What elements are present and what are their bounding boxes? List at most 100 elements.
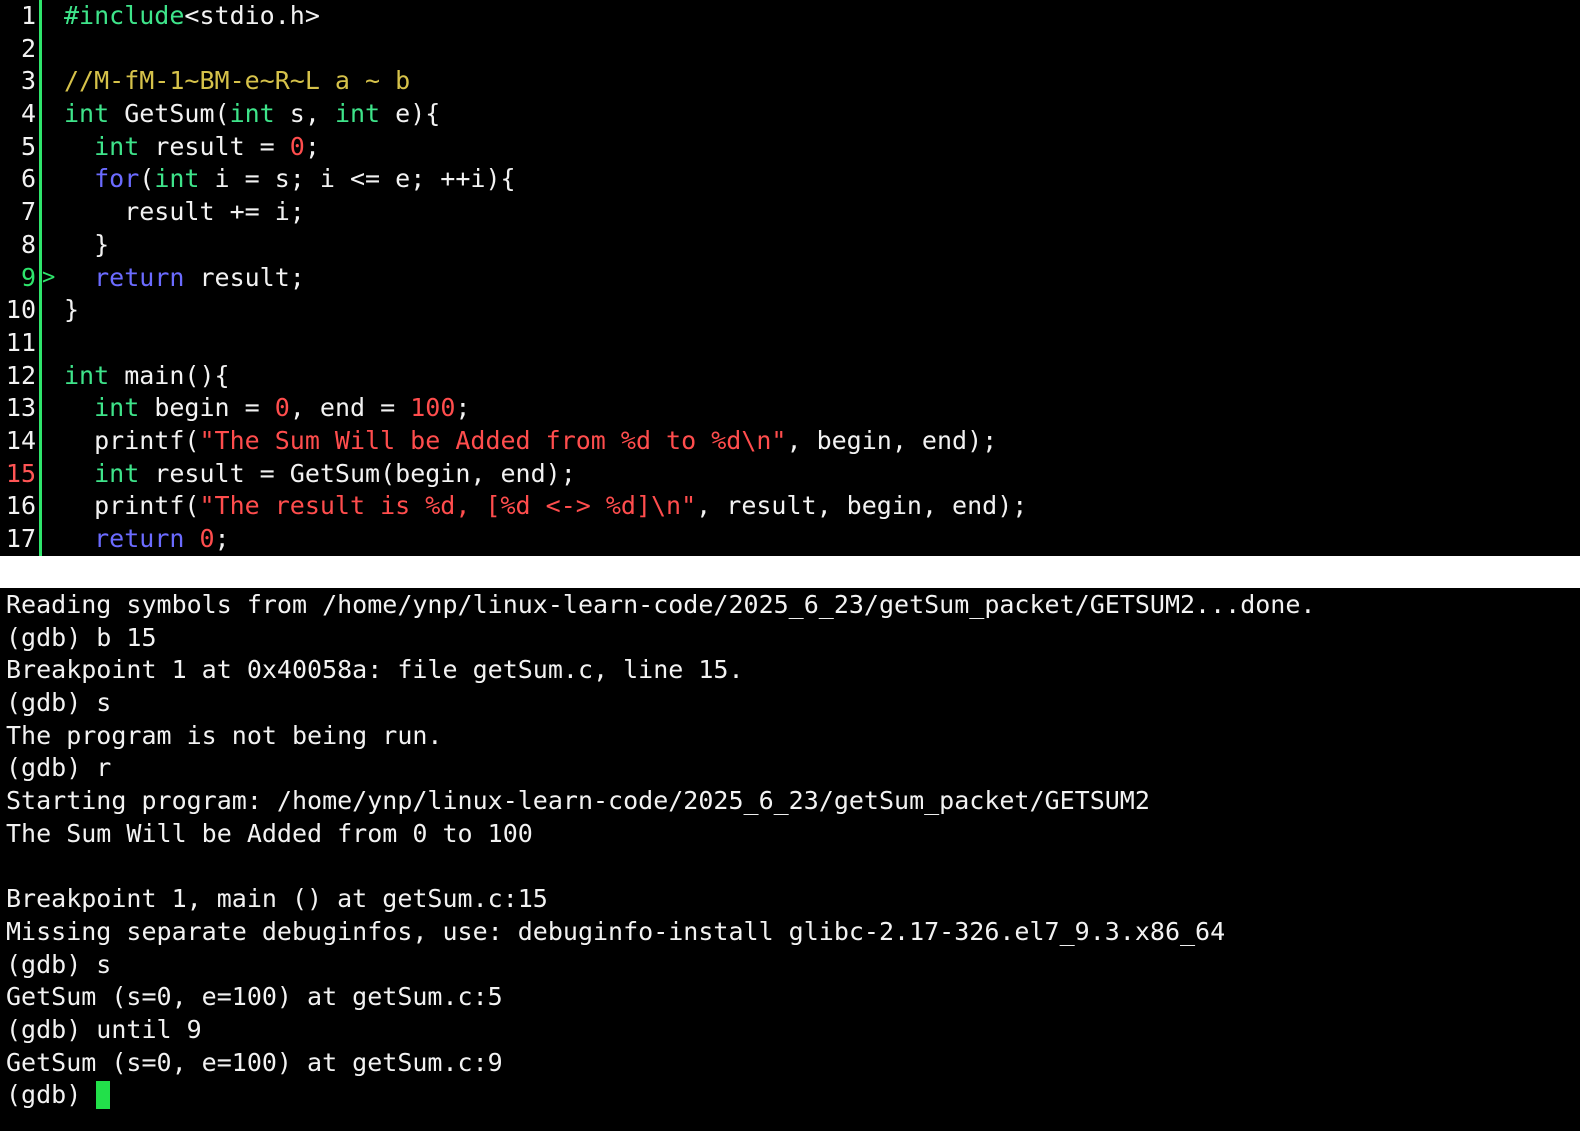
code-token: result = GetSum(begin, end); xyxy=(139,458,576,488)
code-token: , end = xyxy=(289,393,411,423)
console-line: GetSum (s=0, e=100) at getSum.c:9 xyxy=(6,1047,503,1077)
gdb-command-console[interactable]: Reading symbols from /home/ynp/linux-lea… xyxy=(6,589,1574,1112)
source-line: 1 #include<stdio.h> xyxy=(0,0,1580,33)
code-token: ; xyxy=(455,393,471,423)
line-marker xyxy=(42,523,64,556)
source-line: 10} xyxy=(0,294,1580,327)
line-number: 4 xyxy=(20,99,36,129)
code-text: return 0; xyxy=(64,523,230,556)
source-line: 14 printf("The Sum Will be Added from %d… xyxy=(0,424,1580,458)
code-token: ( xyxy=(139,164,155,194)
source-line: 7 result += i; xyxy=(0,196,1580,229)
line-number: 8 xyxy=(20,229,36,259)
source-line: 15 int result = GetSum(begin, end); xyxy=(0,457,1580,491)
line-marker xyxy=(42,458,64,491)
line-marker xyxy=(42,392,64,425)
line-marker xyxy=(42,0,64,33)
code-token: int xyxy=(64,99,110,129)
source-line: 8 } xyxy=(0,228,1580,262)
code-text: return result; xyxy=(64,262,305,295)
code-text: } xyxy=(64,229,109,262)
code-token: , begin, end); xyxy=(786,425,998,455)
line-marker xyxy=(42,65,64,98)
source-file-path-bar: /home/ynp/linux-learn-code/2025_6_23/get… xyxy=(0,556,1580,618)
code-token: result += i; xyxy=(64,197,305,227)
line-number: 3 xyxy=(20,66,36,96)
line-marker xyxy=(42,33,64,66)
code-token: int xyxy=(94,393,140,423)
code-token: ; xyxy=(304,131,320,161)
source-line: 3 //M-fM-1~BM-e~R~L a ~ b xyxy=(0,65,1580,99)
console-line: Reading symbols from /home/ynp/linux-lea… xyxy=(6,590,1316,619)
line-marker xyxy=(42,98,64,131)
source-line: 2 xyxy=(0,32,1580,66)
line-marker xyxy=(42,425,64,458)
code-token: i = s; i <= e; ++i){ xyxy=(199,164,516,194)
line-marker xyxy=(42,294,64,327)
console-line: Missing separate debuginfos, use: debugi… xyxy=(6,916,1226,946)
code-text: } xyxy=(64,294,79,327)
console-line: Starting program: /home/ynp/linux-learn-… xyxy=(6,786,1150,816)
command-prompt-line[interactable]: (gdb) xyxy=(6,1079,1574,1112)
line-number: 9 xyxy=(20,262,36,292)
code-token: main(){ xyxy=(109,360,230,390)
code-token: 0 xyxy=(199,524,215,553)
console-line: Breakpoint 1 at 0x40058a: file getSum.c,… xyxy=(6,655,744,685)
code-token: 0 xyxy=(289,131,305,161)
line-marker xyxy=(42,131,64,164)
source-window[interactable]: 1 #include<stdio.h> 2 3 //M-fM-1~BM-e~R~L a … xyxy=(0,0,1580,556)
source-line: 11 xyxy=(0,326,1580,360)
code-token: int xyxy=(64,360,110,390)
source-line: 9 > return result; xyxy=(0,261,1580,295)
line-number: 6 xyxy=(20,164,36,194)
code-token: int xyxy=(94,458,140,488)
code-text: printf("The Sum Will be Added from %d to… xyxy=(64,425,997,458)
code-token: s, xyxy=(274,99,335,129)
console-line: GetSum (s=0, e=100) at getSum.c:5 xyxy=(6,982,503,1012)
code-text: for(int i = s; i <= e; ++i){ xyxy=(64,163,516,196)
code-token: printf( xyxy=(64,491,200,521)
code-token: e){ xyxy=(380,99,441,129)
line-number: 13 xyxy=(5,393,36,423)
source-line: 17 return 0; xyxy=(0,523,1580,556)
line-marker xyxy=(42,360,64,393)
source-line: 13 int begin = 0, end = 100; xyxy=(0,392,1580,425)
line-number: 12 xyxy=(5,360,36,390)
code-token: for xyxy=(94,164,140,194)
line-marker xyxy=(42,490,64,523)
console-line: (gdb) r xyxy=(6,753,112,783)
code-text: //M-fM-1~BM-e~R~L a ~ b xyxy=(64,65,410,98)
console-line: (gdb) s xyxy=(6,949,112,979)
source-line: 5 int result = 0; xyxy=(0,130,1580,164)
line-number: 11 xyxy=(5,327,36,357)
line-marker xyxy=(42,163,64,196)
source-line: 12 int main(){ xyxy=(0,359,1580,393)
line-marker xyxy=(42,229,64,262)
code-text: int main(){ xyxy=(64,360,230,393)
current-line-arrow-icon: > xyxy=(42,264,56,290)
code-token: int xyxy=(334,99,381,129)
text-cursor xyxy=(96,1081,111,1110)
console-line: (gdb) until 9 xyxy=(6,1014,202,1044)
code-token: 100 xyxy=(410,393,456,423)
code-token: } xyxy=(64,295,80,325)
code-token: , result, begin, end); xyxy=(696,491,1028,521)
code-token: result; xyxy=(184,262,305,292)
code-token: } xyxy=(64,229,110,259)
code-token: #include xyxy=(64,1,185,30)
line-number: 2 xyxy=(20,33,36,63)
code-token: result = xyxy=(139,131,290,161)
code-token: "The result is %d, [%d <-> %d]\n" xyxy=(199,491,697,521)
code-token: 0 xyxy=(274,393,290,423)
console-output: Reading symbols from /home/ynp/linux-lea… xyxy=(6,589,1574,1079)
line-number: 14 xyxy=(5,425,36,455)
code-token: printf( xyxy=(64,425,200,455)
line-marker xyxy=(42,327,64,360)
code-token: //M-fM-1~BM-e~R~L a ~ b xyxy=(64,66,411,96)
